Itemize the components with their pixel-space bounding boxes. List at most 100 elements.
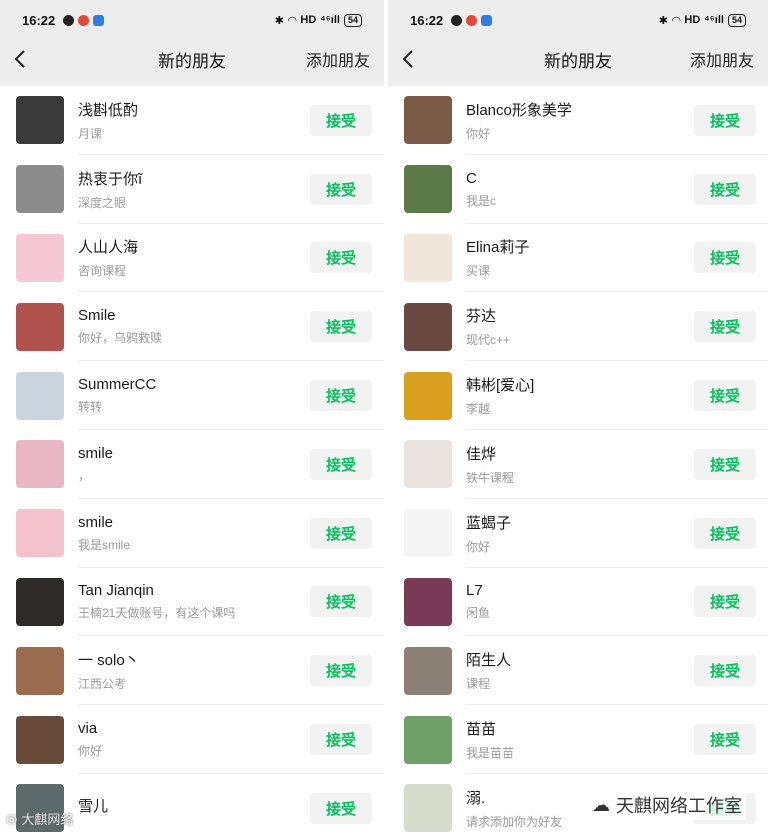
friend-request-row[interactable]: 佳烨 铁牛课程 接受 (388, 430, 768, 499)
avatar[interactable] (404, 371, 452, 420)
avatar[interactable] (404, 302, 452, 351)
friend-request-list: Blanco形象美学 你好 接受 C 我是c 接受 Elina莉子 买课 接受 芬达 现代c++ 接受… (388, 86, 768, 834)
friend-request-row[interactable]: 浅斟低酌月课 接受 (0, 86, 384, 155)
avatar[interactable] (404, 509, 452, 558)
avatar[interactable] (404, 784, 452, 833)
avatar[interactable] (404, 715, 452, 764)
friend-request-row[interactable]: 人山人海咨询课程 接受 (0, 224, 384, 293)
request-message: 买课 (466, 264, 491, 279)
accept-button[interactable]: 接受 (310, 173, 372, 205)
accept-button[interactable]: 接受 (694, 242, 756, 274)
friend-request-row[interactable]: via 你好 接受 (0, 705, 384, 774)
avatar[interactable] (404, 440, 452, 489)
accept-button[interactable]: 接受 (310, 380, 372, 412)
avatar[interactable] (16, 646, 64, 695)
avatar[interactable] (16, 233, 64, 282)
request-message: 你好 (466, 539, 491, 554)
accept-button[interactable]: 接受 (310, 242, 372, 274)
request-info: L7 闲鱼 (466, 582, 694, 621)
status-app-icons (63, 14, 105, 26)
wifi-icon: ◠ (287, 14, 297, 27)
avatar[interactable] (16, 96, 64, 145)
accept-button[interactable]: 接受 (694, 448, 756, 480)
accept-button[interactable]: 接受 (694, 311, 756, 343)
accept-button[interactable]: 接受 (310, 792, 372, 824)
add-friend-button[interactable]: 添加朋友 (690, 47, 754, 71)
request-info: Tan Jianqin 王楠21天做账号，有这个课吗 (78, 582, 310, 621)
accept-button[interactable]: 接受 (310, 448, 372, 480)
request-info: 韩彬[爱心] 李越 (466, 374, 694, 417)
request-info: Smile 你好，乌鸦救赎 (78, 307, 310, 346)
friend-request-row[interactable]: 一 solo丶 江西公考 接受 (0, 636, 384, 705)
request-message: 咨询课程 (78, 264, 127, 279)
request-message: 我是苗苗 (466, 746, 515, 761)
request-info: 陌生人 课程 (466, 649, 694, 692)
watermark-right-text: 天麒网络工作室 (616, 796, 742, 816)
accept-button[interactable]: 接受 (310, 104, 372, 136)
accept-button[interactable]: 接受 (310, 586, 372, 618)
avatar[interactable] (16, 715, 64, 764)
accept-button[interactable]: 接受 (694, 724, 756, 756)
app-notify-icon (466, 14, 478, 26)
avatar[interactable] (404, 233, 452, 282)
accept-button[interactable]: 接受 (694, 104, 756, 136)
accept-button[interactable]: 接受 (694, 517, 756, 549)
friend-request-row[interactable]: L7 闲鱼 接受 (388, 568, 768, 637)
signal-icon: ⁴⁶ıll (704, 14, 724, 26)
status-indicators: ✱ ◠ HD ⁴⁶ıll 54 (275, 13, 362, 27)
friend-request-row[interactable]: 热衷于你ĩ 深度之眼 接受 (0, 155, 384, 224)
accept-button[interactable]: 接受 (310, 311, 372, 343)
friend-request-row[interactable]: Blanco形象美学 你好 接受 (388, 86, 768, 155)
network-label: HD (684, 14, 701, 26)
avatar[interactable] (404, 577, 452, 626)
friend-request-row[interactable]: 韩彬[爱心] 李越 接受 (388, 361, 768, 430)
avatar[interactable] (16, 371, 64, 420)
friend-request-row[interactable]: smile ， 接受 (0, 430, 384, 499)
back-arrow-icon[interactable] (402, 49, 422, 69)
friend-name: Smile (78, 307, 116, 325)
accept-button[interactable]: 接受 (694, 173, 756, 205)
friend-request-row[interactable]: 芬达 现代c++ 接受 (388, 292, 768, 361)
avatar[interactable] (404, 646, 452, 695)
request-info: Blanco形象美学 你好 (466, 99, 694, 142)
avatar[interactable] (16, 302, 64, 351)
avatar[interactable] (16, 509, 64, 558)
friend-request-row[interactable]: SummerCC 转转 接受 (0, 361, 384, 430)
avatar[interactable] (16, 165, 64, 214)
friend-name: 浅斟低酌 (78, 101, 139, 119)
watermark-left: ◎ 大麒网络 (6, 809, 73, 828)
accept-button[interactable]: 接受 (310, 517, 372, 549)
friend-request-row[interactable]: Smile 你好，乌鸦救赎 接受 (0, 292, 384, 361)
request-message: 你好 (466, 126, 491, 141)
request-message: 我是c (466, 193, 497, 208)
nav-bar: 新的朋友 添加朋友 (388, 40, 768, 78)
friend-request-row[interactable]: Tan Jianqin 王楠21天做账号，有这个课吗 接受 (0, 568, 384, 637)
friend-request-row[interactable]: Elina莉子 买课 接受 (388, 224, 768, 293)
friend-request-row[interactable]: 陌生人 课程 接受 (388, 636, 768, 705)
add-friend-button[interactable]: 添加朋友 (306, 47, 370, 71)
request-info: 蓝蝎子 你好 (466, 512, 694, 555)
avatar[interactable] (404, 96, 452, 145)
friend-name: 人山人海 (78, 239, 139, 257)
request-message: 月课 (78, 126, 103, 141)
friend-request-row[interactable]: C 我是c 接受 (388, 155, 768, 224)
avatar[interactable] (16, 440, 64, 489)
friend-request-row[interactable]: 蓝蝎子 你好 接受 (388, 499, 768, 568)
avatar[interactable] (404, 165, 452, 214)
accept-button[interactable]: 接受 (694, 380, 756, 412)
avatar[interactable] (16, 577, 64, 626)
request-message: ， (78, 468, 91, 483)
right-phone-screen: 16:22 ✱ ◠ HD ⁴⁶ıll 54 新的朋友 添加朋友 Blanco形象… (388, 0, 768, 834)
friend-request-row[interactable]: 苗苗 我是苗苗 接受 (388, 705, 768, 774)
accept-button[interactable]: 接受 (694, 586, 756, 618)
signal-icon: ⁴⁶ıll (320, 14, 340, 26)
app-notify-icon (78, 14, 90, 26)
back-arrow-icon[interactable] (14, 49, 34, 69)
accept-button[interactable]: 接受 (694, 655, 756, 687)
friend-name: Tan Jianqin (78, 582, 154, 600)
wechat-notify-icon (63, 14, 75, 26)
accept-button[interactable]: 接受 (310, 724, 372, 756)
accept-button[interactable]: 接受 (310, 655, 372, 687)
request-message: 李越 (466, 402, 491, 417)
friend-request-row[interactable]: smile 我是smile 接受 (0, 499, 384, 568)
